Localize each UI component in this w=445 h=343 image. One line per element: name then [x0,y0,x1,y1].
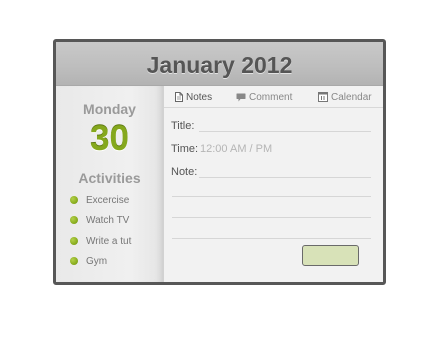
tab-calendar[interactable]: Calendar [318,91,372,103]
tab-label: Comment [249,91,293,103]
speech-bubble-icon [236,93,246,101]
notes-panel: Notes Comment Calendar Title: Time: 12:0… [164,86,383,282]
day-number: 30 [90,119,129,158]
save-button[interactable] [302,245,359,266]
month-header: January 2012 [56,42,383,86]
calendar-icon [318,92,328,102]
activity-item-write-a-tut[interactable]: Write a tut [70,234,131,248]
bullet-icon [70,237,78,245]
day-sidebar: Monday 30 Activities Excercise Watch TV … [56,86,164,282]
activities-heading: Activities [78,170,141,186]
tab-label: Calendar [331,91,372,103]
time-label: Time: [171,143,199,155]
note-input-line[interactable] [172,217,371,218]
bullet-icon [70,216,78,224]
title-label: Title: [171,120,195,132]
day-name: Monday [83,101,136,117]
calendar-widget: January 2012 Monday 30 Activities Excerc… [53,39,386,285]
title-input[interactable] [199,131,371,132]
note-input-line[interactable] [172,238,371,239]
activity-item-gym[interactable]: Gym [70,254,107,268]
note-input-line[interactable] [172,196,371,197]
activity-label: Gym [86,255,108,267]
activity-label: Write a tut [86,235,132,247]
document-icon [175,92,183,102]
note-input-line[interactable] [199,177,371,178]
note-label: Note: [171,166,198,178]
tab-comment[interactable]: Comment [236,91,292,103]
month-title: January 2012 [146,52,293,78]
tab-bar: Notes Comment Calendar [164,86,383,108]
bullet-icon [70,257,78,265]
activity-item-watch-tv[interactable]: Watch TV [70,213,129,227]
activity-label: Watch TV [86,214,130,226]
activity-label: Excercise [86,194,130,206]
tab-notes[interactable]: Notes [175,91,212,103]
bullet-icon [70,196,78,204]
time-input[interactable]: 12:00 AM / PM [200,143,272,155]
activity-item-exercise[interactable]: Excercise [70,193,129,207]
tab-label: Notes [186,91,213,103]
